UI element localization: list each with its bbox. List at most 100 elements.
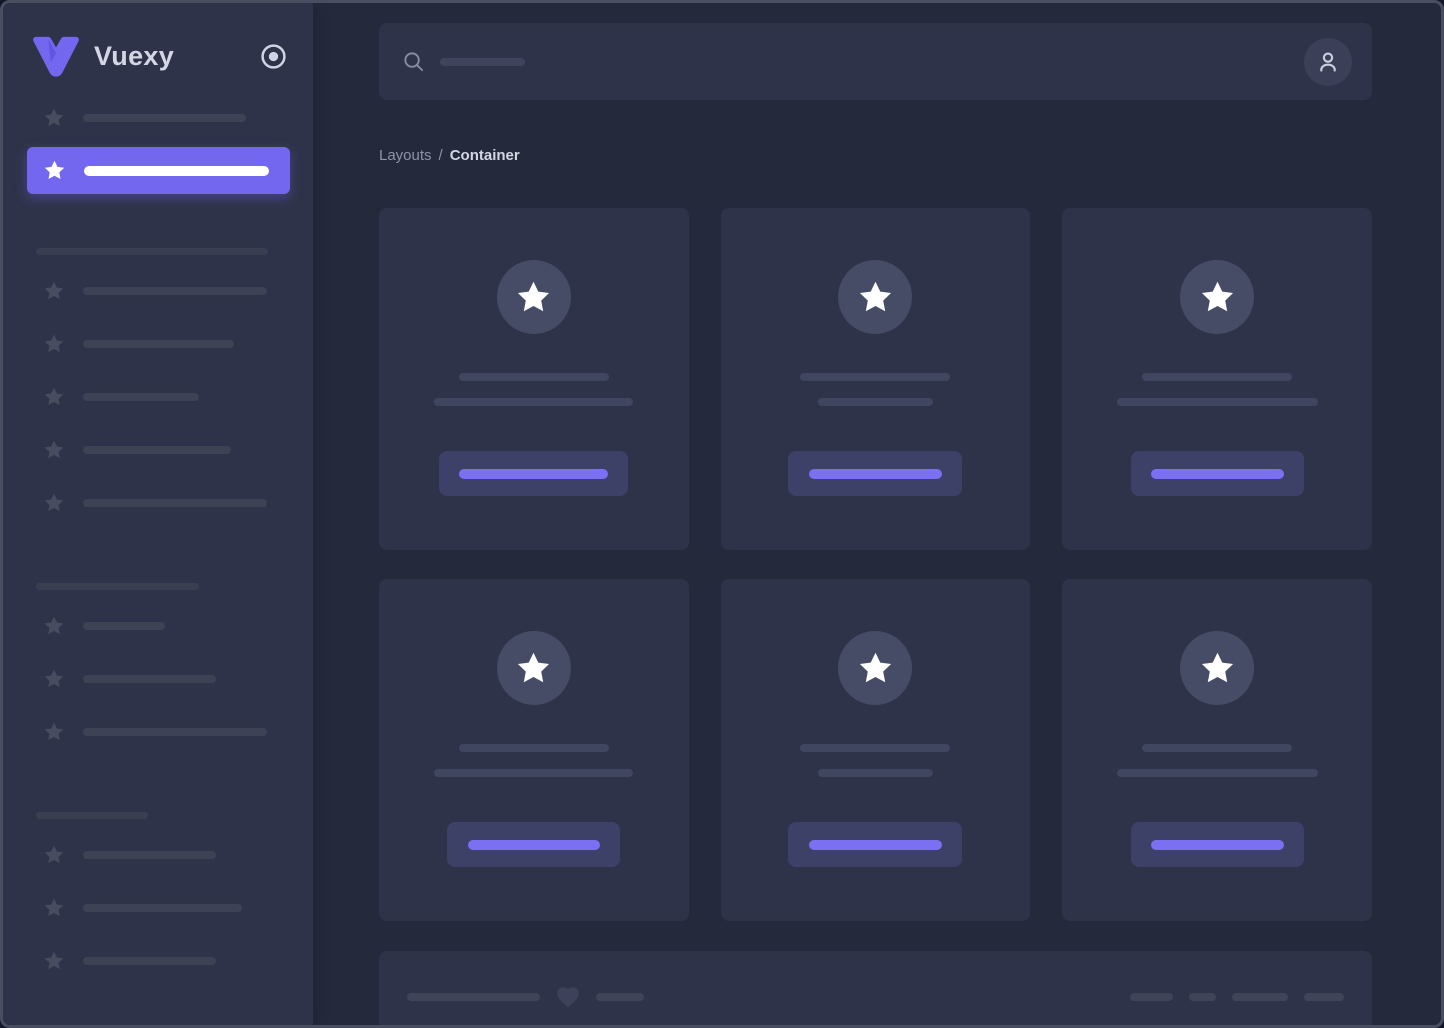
card-title-skeleton [800,373,951,381]
card-avatar-circle [1180,260,1255,334]
vuexy-logo[interactable]: Vuexy [31,35,260,77]
feature-card [720,208,1031,550]
menu-item-label-skeleton [83,621,165,630]
app-window: Vuexy Layouts / Container [0,0,1444,1028]
breadcrumb-current: Container [449,147,520,164]
card-action-button[interactable] [788,451,963,496]
sidebar-menu-item[interactable] [3,423,313,476]
card-subtitle-skeleton [434,398,634,406]
card-action-button[interactable] [788,822,963,867]
card-avatar-circle [496,260,571,334]
section-header-skeleton [36,583,199,590]
button-label-skeleton [808,839,942,850]
sidebar-menu-item-active[interactable] [27,147,290,194]
breadcrumb-separator: / [438,147,443,164]
sidebar-menu-item[interactable] [3,317,313,370]
star-icon [44,281,64,299]
card-subtitle-skeleton [1116,769,1318,777]
footer-link-skeleton[interactable] [1130,993,1173,1001]
brand-name: Vuexy [94,40,175,71]
search-icon [404,52,424,72]
menu-item-label-skeleton [83,498,267,507]
button-label-skeleton [1150,468,1284,479]
feature-card [379,208,689,550]
menu-item-label-skeleton [83,392,199,401]
person-icon [1320,51,1336,72]
top-navbar [379,23,1372,100]
radio-circle-dot-icon [261,43,286,69]
feature-card [1062,208,1372,550]
heart-icon [555,984,581,1010]
card-avatar-circle [496,631,571,705]
star-icon [44,493,64,511]
sidebar-menu-item[interactable] [3,934,313,987]
sidebar-menu-item[interactable] [3,599,313,652]
card-subtitle-skeleton [817,769,933,777]
cards-grid [379,208,1372,921]
card-title-skeleton [1142,744,1293,752]
sidebar-menu-item[interactable] [3,828,313,881]
sidebar-menu-item[interactable] [3,370,313,423]
card-title-skeleton [800,744,951,752]
footer-text-skeleton [407,993,540,1001]
star-icon [44,951,64,969]
sidebar-menu-item[interactable] [3,476,313,529]
card-action-button[interactable] [1130,822,1304,867]
sidebar: Vuexy [3,3,313,1025]
card-title-skeleton [458,373,609,381]
vuexy-logo-icon [33,36,79,77]
button-label-skeleton [1150,839,1284,850]
menu-item-label-skeleton [83,850,216,859]
sidebar-pin-toggle[interactable] [260,43,287,70]
menu-item-label-skeleton [83,674,216,683]
menu-item-label-skeleton [83,727,267,736]
button-label-skeleton [467,839,600,850]
menu-item-label-skeleton [83,903,242,912]
card-avatar-circle [838,631,913,705]
star-icon [1201,281,1233,311]
star-icon [518,652,550,682]
star-icon [44,898,64,916]
footer-left [407,984,644,1010]
menu-item-label-skeleton [83,339,234,348]
main-content: Layouts / Container [313,3,1441,1025]
card-title-skeleton [1142,373,1293,381]
footer-link-skeleton[interactable] [1304,993,1344,1001]
star-icon [44,845,64,863]
star-icon [859,281,892,311]
star-icon [44,669,64,687]
sidebar-menu-item[interactable] [3,652,313,705]
star-icon [44,108,64,126]
sidebar-menu-item[interactable] [3,881,313,934]
sidebar-menu-item[interactable] [3,705,313,758]
card-action-button[interactable] [1130,451,1304,496]
card-action-button[interactable] [447,822,621,867]
card-avatar-circle [1180,631,1255,705]
feature-card [379,579,689,921]
sidebar-menu [3,91,313,987]
section-header-skeleton [36,248,268,255]
search-placeholder-skeleton [440,57,525,66]
card-title-skeleton [458,744,609,752]
feature-card [1062,579,1372,921]
sidebar-menu-item[interactable] [3,91,313,144]
sidebar-section-header [36,806,313,824]
footer-link-skeleton[interactable] [1232,993,1288,1001]
card-subtitle-skeleton [1116,398,1318,406]
menu-item-label-skeleton [83,286,267,295]
breadcrumb-parent-link[interactable]: Layouts [379,147,432,164]
sidebar-section-header [36,242,313,260]
sidebar-menu-item[interactable] [3,264,313,317]
card-action-button[interactable] [439,451,629,496]
footer [379,951,1372,1025]
footer-text-skeleton [596,993,644,1001]
footer-link-skeleton[interactable] [1189,993,1216,1001]
user-avatar[interactable] [1304,37,1352,86]
feature-card [720,579,1031,921]
search-input[interactable] [402,50,1304,73]
breadcrumb: Layouts / Container [379,147,1372,164]
button-label-skeleton [808,468,942,479]
menu-item-label-skeleton [83,445,231,454]
star-icon [44,387,64,405]
star-icon [44,616,64,634]
